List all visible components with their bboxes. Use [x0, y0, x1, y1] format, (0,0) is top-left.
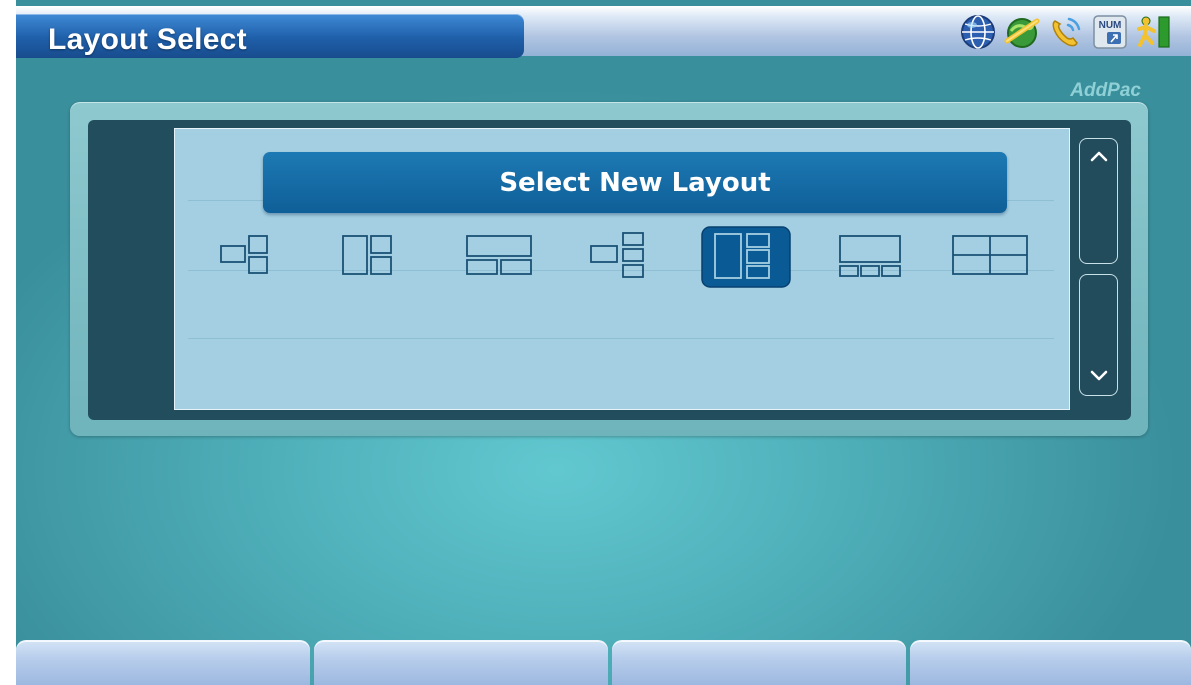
globe-icon[interactable] — [959, 13, 997, 51]
exit-icon[interactable] — [1135, 13, 1173, 51]
layout-1-large-plus-3-stacked-icon — [701, 226, 791, 288]
scroll-up-button[interactable] — [1079, 138, 1118, 264]
layout-list-heading: Select New Layout — [263, 152, 1007, 213]
layout-2x2-grid-icon — [952, 235, 1028, 275]
chevron-up-icon — [1090, 151, 1108, 162]
brand-logo: AddPac — [1070, 80, 1141, 101]
layout-wide-top-plus-2-bottom-icon — [466, 235, 532, 275]
numpad-icon[interactable]: NUM — [1091, 13, 1129, 51]
layout-option-7[interactable] — [945, 226, 1035, 288]
layout-1-small-plus-2-stacked-icon — [220, 235, 268, 274]
row-divider — [188, 338, 1054, 339]
softkey-1[interactable] — [16, 640, 310, 685]
layout-option-6[interactable] — [826, 226, 916, 288]
softkey-3[interactable] — [612, 640, 906, 685]
layout-option-3[interactable] — [455, 226, 545, 288]
layout-1-large-plus-2-stacked-icon — [342, 235, 392, 275]
softkey-4[interactable] — [910, 640, 1191, 685]
title-tab: Layout Select — [16, 14, 524, 58]
layout-1-small-plus-3-stacked-icon — [590, 232, 644, 278]
chevron-down-icon — [1090, 370, 1108, 381]
network-icon[interactable] — [1003, 13, 1041, 51]
scroll-down-button[interactable] — [1079, 274, 1118, 396]
page-title: Layout Select — [48, 23, 247, 56]
layout-option-4[interactable] — [577, 226, 667, 288]
layout-option-1[interactable] — [203, 226, 293, 288]
title-bar: Layout Select NUM — [16, 6, 1191, 58]
phone-call-icon[interactable] — [1047, 13, 1085, 51]
softkey-2[interactable] — [314, 640, 608, 685]
svg-text:NUM: NUM — [1099, 20, 1122, 31]
layout-option-5-selected[interactable] — [701, 226, 791, 288]
layout-wide-top-plus-3-bottom-icon — [839, 235, 901, 277]
status-icons: NUM — [959, 13, 1173, 51]
screen-background: Layout Select NUM AddPac Select New Layo… — [16, 0, 1191, 685]
layout-option-2[interactable] — [327, 226, 417, 288]
